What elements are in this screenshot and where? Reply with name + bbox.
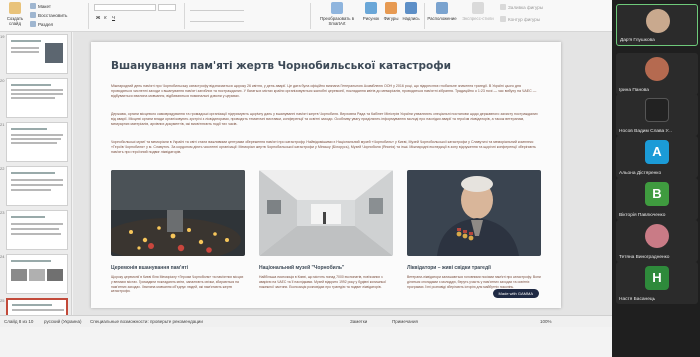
quick-styles-icon xyxy=(472,2,484,14)
slide-number: 20 xyxy=(0,78,5,83)
ribbon-divider xyxy=(310,3,311,29)
slide-thumbnail[interactable] xyxy=(6,122,68,162)
slide-paragraph[interactable]: Держава, органи місцевого самоврядування… xyxy=(111,112,541,127)
slide-thumbnail[interactable] xyxy=(6,78,68,118)
shape-outline-button[interactable]: Контур фигуры xyxy=(500,16,540,22)
new-slide-button[interactable]: Создать слайд xyxy=(2,2,28,26)
slide-paragraph[interactable]: Чорнобильські музеї та меморіали в Украї… xyxy=(111,140,541,155)
slide-number: 25 xyxy=(0,298,5,303)
slide-title[interactable]: Вшанування пам'яті жертв Чорнобильської … xyxy=(111,60,451,72)
status-bar: Слайд 8 из 10 русский (Украина) Специаль… xyxy=(0,315,612,327)
font-size-field[interactable] xyxy=(158,4,176,11)
slide-thumbnail-selected[interactable] xyxy=(6,298,68,315)
ribbon-divider xyxy=(88,3,89,29)
candles-image[interactable] xyxy=(111,170,245,256)
participant-avatar xyxy=(645,98,669,122)
section-button[interactable]: Раздел xyxy=(30,21,53,27)
made-with-gamma-badge[interactable]: Made with GAMMA xyxy=(492,289,539,298)
language-indicator[interactable]: русский (Украина) xyxy=(44,319,82,324)
participants-panel: Дар'я Глушкова Ірина Панова Носов Вадим … xyxy=(612,0,700,357)
section-icon xyxy=(30,21,36,27)
participant-name: Носов Вадим Слава У... xyxy=(619,129,672,134)
powerpoint-window: Создать слайд Макет Восстановить Раздел … xyxy=(0,0,612,357)
card-title: Церемонія вшанування пам'яті xyxy=(111,265,189,271)
participant-name: Дар'я Глушкова xyxy=(620,38,655,43)
card-liquidators[interactable]: Ліквідатори – живі свідки трагедії Ветер… xyxy=(407,170,541,289)
slide-paragraph[interactable]: Міжнародний день пам'яті про Чорнобильсь… xyxy=(111,84,541,99)
textbox-button[interactable]: Надпись xyxy=(398,2,424,21)
veteran-portrait-image[interactable] xyxy=(407,170,541,256)
ribbon: Создать слайд Макет Восстановить Раздел … xyxy=(0,0,612,32)
arrange-icon xyxy=(436,2,448,14)
paragraph-tools[interactable] xyxy=(190,4,244,11)
card-museum[interactable]: Національний музей "Чорнобиль" Найбільша… xyxy=(259,170,393,289)
slide-number: 24 xyxy=(0,254,5,259)
card-description: Щороку церемонії в Києві біля Меморіалу … xyxy=(111,275,244,294)
slide-thumbnail[interactable] xyxy=(6,166,68,206)
slide-thumbnails-pane[interactable]: 19 20 21 22 23 24 25 xyxy=(0,32,72,315)
textbox-icon xyxy=(405,2,417,14)
slide-editor[interactable]: Вшанування пам'яті жертв Чорнобильської … xyxy=(73,32,612,315)
slide-counter: Слайд 8 из 10 xyxy=(4,319,34,324)
participant-tile[interactable]: Тетяна Виноградненко xyxy=(616,220,698,262)
fill-icon xyxy=(500,4,506,10)
participant-tile[interactable]: Носов Вадим Слава У... xyxy=(616,94,698,136)
card-title: Ліквідатори – живі свідки трагедії xyxy=(407,265,491,271)
slide-number: 22 xyxy=(0,166,5,171)
reset-icon xyxy=(30,12,36,18)
layout-icon xyxy=(30,3,36,9)
arrange-button[interactable]: Расположение xyxy=(426,2,458,21)
notes-button[interactable]: Заметки xyxy=(350,319,367,324)
participant-avatar: B xyxy=(645,182,669,206)
current-slide[interactable]: Вшанування пам'яті жертв Чорнобильської … xyxy=(91,42,561,308)
participant-tile[interactable]: H Настя Басанець xyxy=(616,262,698,304)
shape-fill-button[interactable]: Заливка фигуры xyxy=(500,4,543,10)
ribbon-divider xyxy=(184,3,185,29)
shapes-icon xyxy=(385,2,397,14)
smartart-icon xyxy=(331,2,343,14)
ribbon-divider xyxy=(424,3,425,29)
window-footer xyxy=(0,327,612,357)
slide-thumbnail[interactable] xyxy=(6,34,68,74)
bold-button[interactable]: Ж xyxy=(96,15,100,20)
alignment-tools[interactable] xyxy=(190,15,244,22)
participant-name: Ірина Панова xyxy=(619,88,649,93)
participant-avatar xyxy=(645,224,669,248)
participant-avatar: A xyxy=(645,140,669,164)
card-description: Найбільша експозиція в Києві, що містить… xyxy=(259,275,387,289)
participant-tile[interactable]: Ірина Панова xyxy=(616,53,698,95)
slide-thumbnail[interactable] xyxy=(6,210,68,250)
participant-name: Вікторія Павлюченко xyxy=(619,213,666,218)
reset-button[interactable]: Восстановить xyxy=(30,12,67,18)
participant-tile[interactable]: Дар'я Глушкова xyxy=(616,4,698,46)
participant-video xyxy=(646,9,670,33)
zoom-level[interactable]: 100% xyxy=(540,319,552,324)
participant-name: Альона Дістяренко xyxy=(619,171,662,176)
participant-name: Тетяна Виноградненко xyxy=(619,255,670,260)
participant-tile[interactable]: A Альона Дістяренко xyxy=(616,136,698,178)
card-title: Національний музей "Чорнобиль" xyxy=(259,265,345,271)
font-family-field[interactable] xyxy=(94,4,156,11)
italic-button[interactable]: К xyxy=(104,15,107,20)
comments-button[interactable]: Примечания xyxy=(392,319,418,324)
card-description: Ветерани-ліквідатори залишаються головни… xyxy=(407,275,541,289)
picture-icon xyxy=(365,2,377,14)
participant-tile[interactable]: B Вікторія Павлюченко xyxy=(616,178,698,220)
slide-number: 23 xyxy=(0,210,5,215)
slide-number: 19 xyxy=(0,34,5,39)
participant-avatar: H xyxy=(645,266,669,290)
card-ceremony[interactable]: Церемонія вшанування пам'яті Щороку цере… xyxy=(111,170,245,294)
museum-image[interactable] xyxy=(259,170,393,256)
convert-smartart-button[interactable]: Преобразовать в SmartArt xyxy=(318,2,356,26)
slide-thumbnail[interactable] xyxy=(6,254,68,294)
slide-number: 21 xyxy=(0,122,5,127)
underline-button[interactable]: Ч xyxy=(112,15,115,20)
participant-name: Настя Басанець xyxy=(619,297,656,302)
accessibility-status[interactable]: Специальные возможности: проверьте реком… xyxy=(90,319,203,324)
quick-styles-button[interactable]: Экспресс-стили xyxy=(460,2,496,21)
participant-avatar xyxy=(645,57,669,81)
outline-icon xyxy=(500,16,506,22)
new-slide-icon xyxy=(9,2,21,14)
layout-button[interactable]: Макет xyxy=(30,3,51,9)
